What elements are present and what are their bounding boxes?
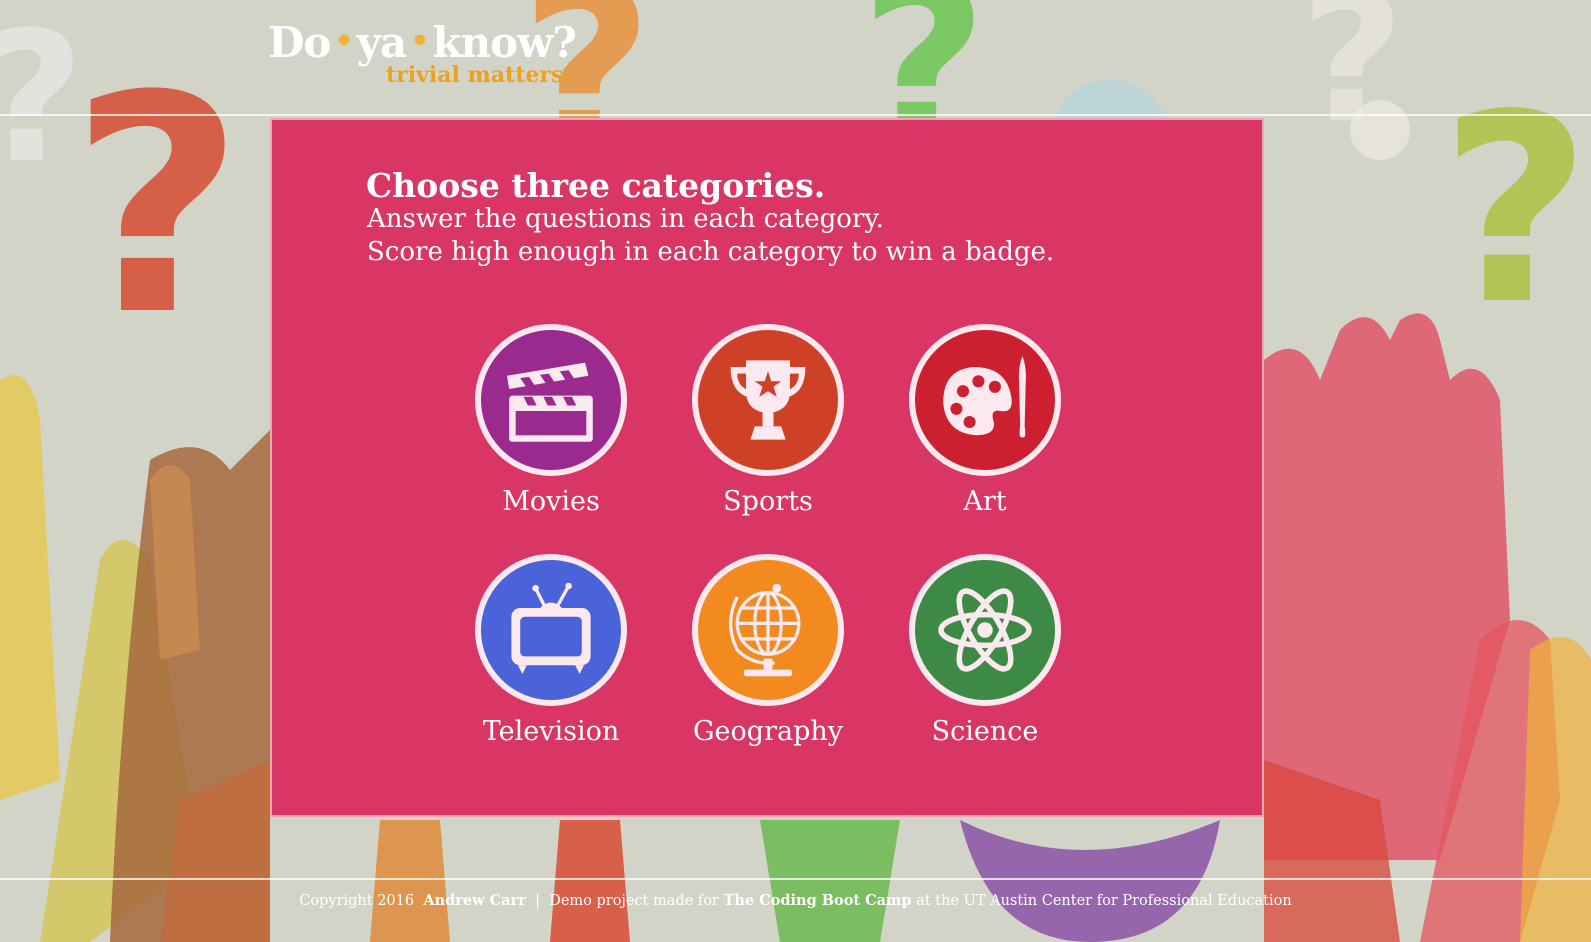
- category-badge[interactable]: [475, 324, 627, 476]
- category-label: Sports: [723, 486, 813, 517]
- palette-icon: [943, 356, 1026, 438]
- svg-text:?: ?: [1440, 60, 1591, 362]
- category-label: Science: [931, 716, 1039, 747]
- category-label: Television: [482, 716, 620, 747]
- footer-bootcamp-link[interactable]: The Coding Boot Camp: [724, 892, 912, 909]
- logo-word-do: Do: [268, 18, 331, 67]
- site-footer: Copyright 2016 Andrew Carr | Demo projec…: [0, 892, 1591, 909]
- category-panel: Choose three categories. Answer the ques…: [270, 118, 1264, 817]
- category-badge[interactable]: [475, 554, 627, 706]
- category-movies[interactable]: Movies: [451, 324, 651, 517]
- category-science[interactable]: Science: [885, 554, 1085, 747]
- bottom-divider: [0, 878, 1591, 880]
- logo-tagline: trivial matters.: [386, 62, 572, 88]
- category-badge[interactable]: [909, 554, 1061, 706]
- category-badge[interactable]: [692, 554, 844, 706]
- category-label: Geography: [692, 716, 844, 747]
- logo-word-know: know?: [432, 18, 576, 67]
- footer-at-text: at the UT Austin Center for Professional…: [916, 893, 1292, 909]
- logo-word-ya: ya: [356, 18, 408, 67]
- clapperboard-icon: [507, 362, 593, 442]
- category-label: Art: [963, 486, 1007, 517]
- svg-text:?: ?: [0, 0, 84, 203]
- category-badge[interactable]: [692, 324, 844, 476]
- category-geography[interactable]: Geography: [668, 554, 868, 747]
- category-label: Movies: [502, 486, 600, 517]
- footer-author: Andrew Carr: [423, 892, 526, 909]
- footer-copyright: Copyright 2016: [299, 893, 415, 909]
- svg-text:?: ?: [70, 32, 244, 381]
- category-sports[interactable]: Sports: [668, 324, 868, 517]
- logo-dot: •: [410, 24, 429, 59]
- logo-title: Do •ya •know?: [268, 22, 577, 64]
- category-television[interactable]: Television: [451, 554, 651, 747]
- globe-icon: [728, 583, 801, 677]
- instruction-line-1: Answer the questions in each category.: [367, 204, 884, 234]
- site-logo[interactable]: Do •ya •know? trivial matters.: [268, 22, 577, 89]
- page-title: Choose three categories.: [366, 166, 826, 205]
- instruction-line-2: Score high enough in each category to wi…: [367, 237, 1055, 267]
- atom-icon: [938, 588, 1032, 672]
- logo-dot: •: [334, 24, 353, 59]
- trophy-icon: [730, 360, 806, 440]
- top-divider: [0, 114, 1591, 116]
- footer-demo-text: Demo project made for: [549, 893, 719, 909]
- tv-icon: [511, 582, 591, 674]
- footer-separator: |: [535, 893, 540, 909]
- category-art[interactable]: Art: [885, 324, 1085, 517]
- category-badge[interactable]: [909, 324, 1061, 476]
